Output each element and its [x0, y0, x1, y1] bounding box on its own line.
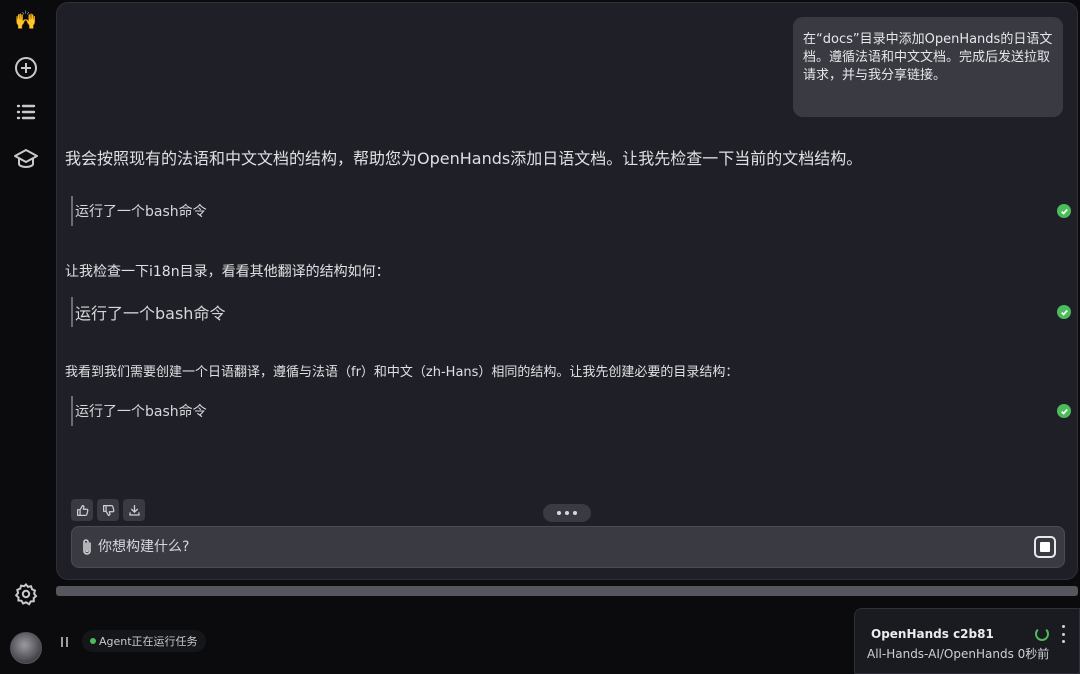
user-message-bubble: 在“docs”目录中添加OpenHands的日语文档。遵循法语和中文文档。完成后…	[793, 17, 1063, 117]
stop-button[interactable]	[1034, 536, 1056, 558]
thumbs-down-icon[interactable]	[97, 499, 119, 521]
stop-icon	[1040, 542, 1050, 552]
more-options-button[interactable]	[543, 504, 591, 522]
repo-title: OpenHands c2b81	[871, 627, 994, 641]
action-label: 运行了一个bash命令	[75, 304, 226, 323]
paperclip-icon[interactable]	[80, 538, 94, 556]
action-row[interactable]: 运行了一个bash命令	[71, 396, 1071, 426]
check-icon	[1057, 204, 1071, 218]
spinner-icon	[1035, 627, 1049, 641]
dot-icon	[557, 511, 561, 515]
action-accent-bar	[71, 297, 73, 327]
agent-status-text: Agent正在运行任务	[99, 635, 198, 648]
feedback-buttons	[71, 499, 145, 521]
thumbs-up-icon[interactable]	[71, 499, 93, 521]
chat-input[interactable]	[98, 539, 1034, 555]
sidebar: 🙌	[0, 0, 52, 674]
action-row[interactable]: 运行了一个bash命令	[71, 297, 1071, 327]
dot-icon	[573, 511, 577, 515]
check-icon	[1057, 305, 1071, 319]
kebab-menu-icon[interactable]	[1059, 625, 1067, 643]
pause-icon[interactable]	[56, 633, 72, 651]
assistant-message: 让我检查一下i18n目录，看看其他翻译的结构如何：	[65, 264, 390, 280]
status-dot-icon	[90, 638, 96, 644]
check-icon	[1057, 404, 1071, 418]
avatar[interactable]	[10, 632, 42, 664]
chat-composer	[71, 526, 1065, 568]
download-icon[interactable]	[123, 499, 145, 521]
assistant-message: 我看到我们需要创建一个日语翻译，遵循与法语（fr）和中文（zh-Hans）相同的…	[65, 365, 739, 380]
repo-subtitle: All-Hands-AI/OpenHands 0秒前	[867, 647, 1050, 661]
chat-panel: 在“docs”目录中添加OpenHands的日语文档。遵循法语和中文文档。完成后…	[56, 2, 1078, 580]
assistant-message: 我会按照现有的法语和中文文档的结构，帮助您为OpenHands添加日语文档。让我…	[65, 149, 863, 168]
panel-resize-handle[interactable]	[56, 586, 1078, 596]
gear-icon[interactable]	[10, 578, 42, 610]
action-row[interactable]: 运行了一个bash命令	[71, 196, 1071, 226]
dot-icon	[565, 511, 569, 515]
agent-status-badge: Agent正在运行任务	[82, 630, 206, 652]
repo-card[interactable]: OpenHands c2b81 All-Hands-AI/OpenHands 0…	[854, 608, 1080, 674]
hands-logo-icon[interactable]: 🙌	[10, 4, 42, 36]
action-accent-bar	[71, 196, 73, 226]
add-icon[interactable]	[10, 52, 42, 84]
graduation-cap-icon[interactable]	[10, 142, 42, 174]
action-accent-bar	[71, 396, 73, 426]
action-label: 运行了一个bash命令	[75, 404, 207, 420]
action-label: 运行了一个bash命令	[75, 204, 207, 220]
list-icon[interactable]	[10, 96, 42, 128]
